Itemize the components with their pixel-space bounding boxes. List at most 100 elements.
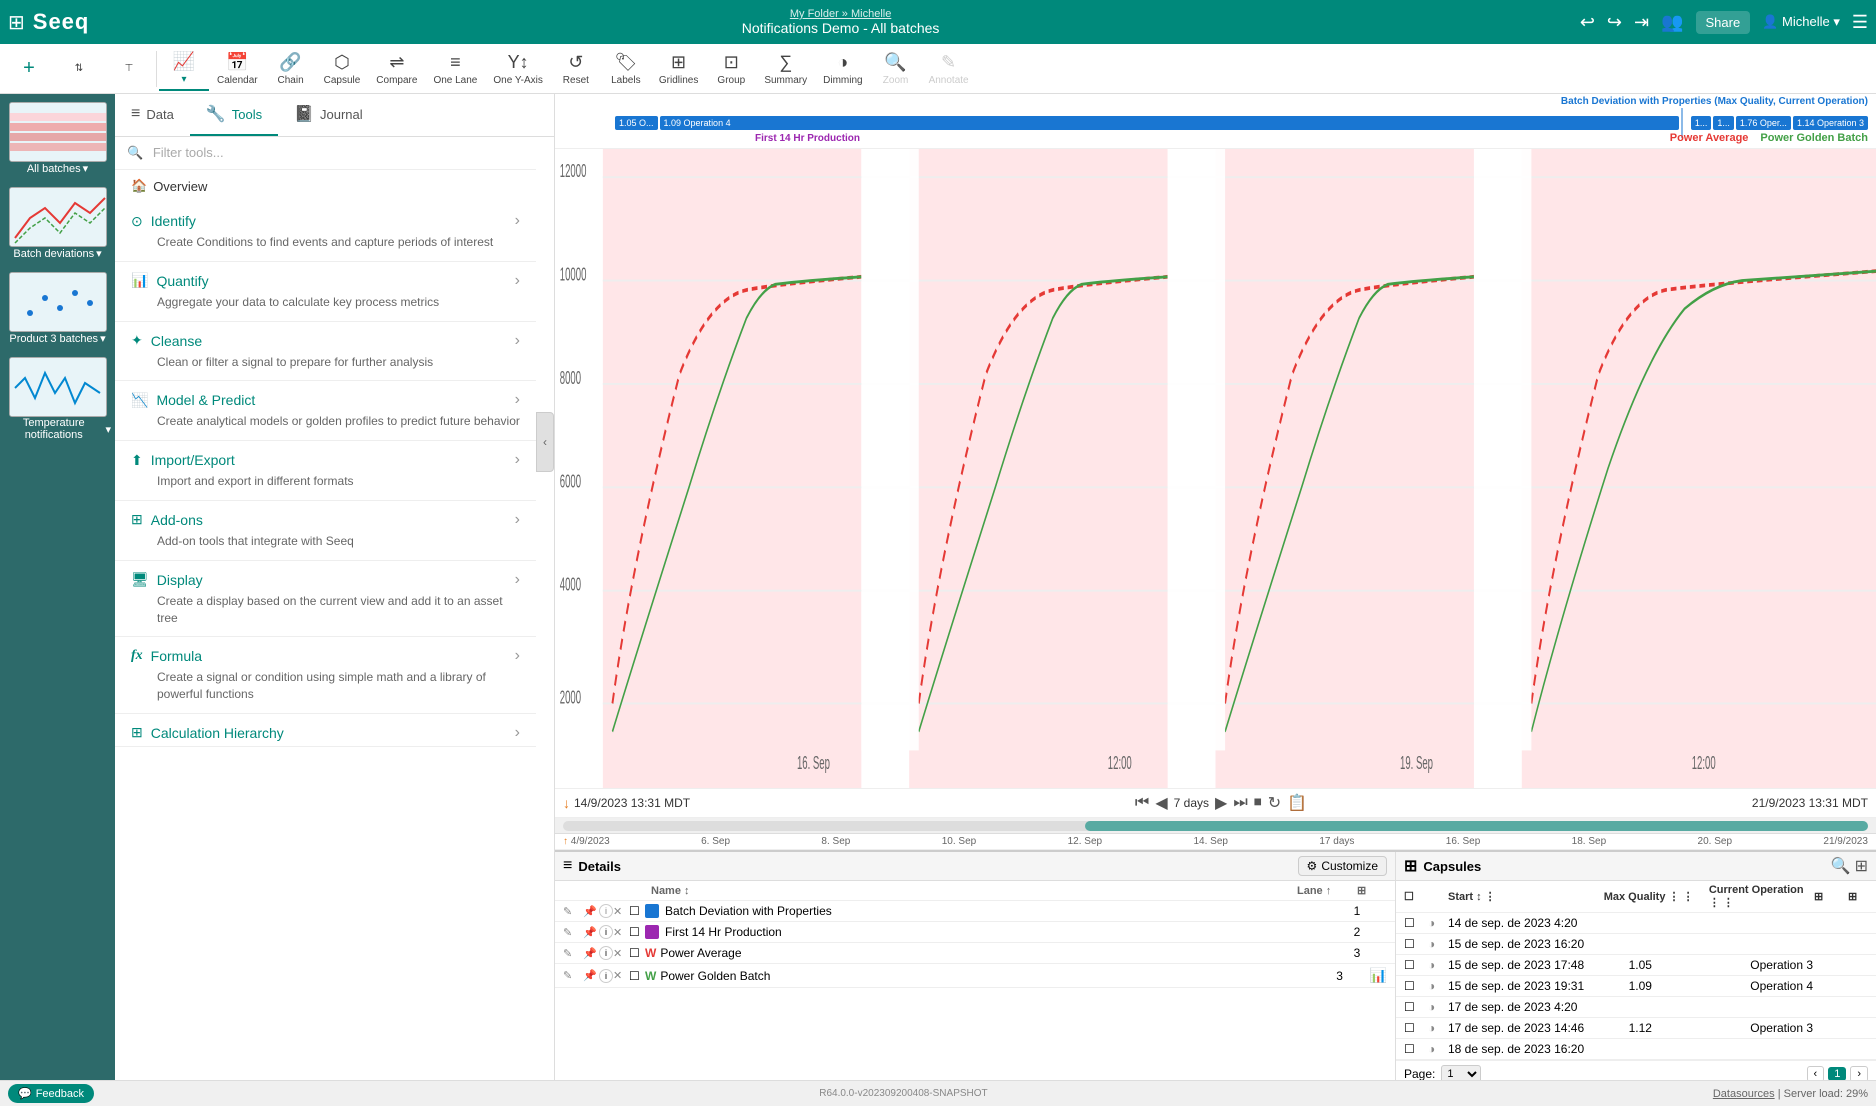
row-edit-icon[interactable]: ✎ xyxy=(563,905,583,918)
row-check-1[interactable]: ☐ xyxy=(1404,916,1424,930)
tool-formula-header[interactable]: fx Formula › xyxy=(115,637,536,669)
sidebar-item-temp[interactable]: Temperature notifications ▾ xyxy=(4,357,111,441)
row-remove-icon[interactable]: ✕ xyxy=(613,926,629,939)
row-remove-icon[interactable]: ✕ xyxy=(613,969,629,982)
capsule-chip-5[interactable]: 1.14 Operation 3 xyxy=(1793,116,1868,130)
trend-button[interactable]: 📈 ▾ xyxy=(159,47,209,91)
breadcrumb[interactable]: My Folder » Michelle xyxy=(101,8,1579,20)
end-button[interactable]: ⏹ xyxy=(1254,794,1262,812)
tool-cleanse-header[interactable]: ✦ Cleanse › xyxy=(115,322,536,354)
add-button[interactable]: + xyxy=(4,53,54,84)
tool-import-header[interactable]: ⬆ Import/Export › xyxy=(115,441,536,473)
row-check-3[interactable]: ☐ xyxy=(1404,958,1424,972)
scrollbar-thumb[interactable] xyxy=(1085,821,1868,831)
annotate-button[interactable]: ✎ Annotate xyxy=(921,48,977,90)
dimming-button[interactable]: ◑ Dimming xyxy=(815,48,870,90)
page-prev-button[interactable]: ‹ xyxy=(1807,1066,1825,1080)
row-check[interactable]: ☐ xyxy=(629,925,645,939)
capsule-chip-4[interactable]: 1.76 Oper... xyxy=(1736,116,1791,130)
fast-back-button[interactable]: ⏮ xyxy=(1135,794,1149,812)
sidebar-item-all-batches[interactable]: All batches ▾ xyxy=(4,102,111,175)
reset-button[interactable]: ↺ Reset xyxy=(551,48,601,90)
datasources-label[interactable]: Datasources xyxy=(1713,1088,1775,1100)
sidebar-item-batch-dev[interactable]: Batch deviations ▾ xyxy=(4,187,111,260)
undo-button[interactable]: ↩ xyxy=(1580,12,1595,33)
sidebar-label-temp[interactable]: Temperature notifications ▾ xyxy=(4,417,111,441)
forward-button[interactable]: ⇥ xyxy=(1634,12,1649,33)
search-capsules-button[interactable]: 🔍 xyxy=(1831,856,1851,876)
col-current-op[interactable]: Current Operation ⋮ ⋮ xyxy=(1709,884,1810,909)
capsule-chip-0[interactable]: 1.05 O... xyxy=(615,116,658,130)
user-menu-button[interactable]: 👤 Michelle ▾ xyxy=(1762,14,1840,30)
tab-tools[interactable]: 🔧 Tools xyxy=(190,94,278,136)
row-remove-icon[interactable]: ✕ xyxy=(613,905,629,918)
arrange-button[interactable]: ⇅ xyxy=(54,59,104,78)
capsule-button[interactable]: ⬡ Capsule xyxy=(316,48,369,90)
fast-forward-button[interactable]: ⏭ xyxy=(1233,794,1247,812)
tool-model-header[interactable]: 📉 Model & Predict › xyxy=(115,381,536,413)
one-y-button[interactable]: Y↕ One Y-Axis xyxy=(485,48,550,90)
chart-scrollbar[interactable] xyxy=(555,818,1876,834)
row-pin-icon[interactable]: 📌 xyxy=(583,947,599,960)
capsule-chip-2[interactable]: 1... xyxy=(1691,116,1712,130)
overview-item[interactable]: 🏠 Overview xyxy=(115,170,536,202)
col-start[interactable]: Start ↕ ⋮ xyxy=(1448,890,1600,903)
row-info-icon[interactable]: i xyxy=(599,969,613,983)
export-capsules-button[interactable]: ⊞ xyxy=(1855,856,1868,876)
capsule-chip-3[interactable]: 1... xyxy=(1713,116,1734,130)
compare-button[interactable]: ⇌ Compare xyxy=(368,48,425,90)
sidebar-label-product3[interactable]: Product 3 batches ▾ xyxy=(9,332,105,345)
col-name[interactable]: Name ↕ xyxy=(651,885,1297,897)
copy-button[interactable]: 📋 xyxy=(1287,793,1307,813)
summary-button[interactable]: ∑ Summary xyxy=(756,48,815,90)
row-check[interactable]: ☐ xyxy=(629,969,645,983)
sidebar-label-batch-dev[interactable]: Batch deviations ▾ xyxy=(13,247,101,260)
gridlines-button[interactable]: ⊞ Gridlines xyxy=(651,48,706,90)
main-chart[interactable]: 12000 10000 8000 6000 4000 2000 16. Sep … xyxy=(555,149,1876,788)
share-button[interactable]: Share xyxy=(1696,11,1751,34)
col-lane[interactable]: Lane ↑ xyxy=(1297,885,1357,897)
users-icon[interactable]: 👥 xyxy=(1661,12,1683,33)
back-button[interactable]: ◀ xyxy=(1155,793,1167,813)
refresh-button[interactable]: ↻ xyxy=(1268,793,1281,813)
row-edit-icon[interactable]: ✎ xyxy=(563,947,583,960)
group-button[interactable]: ⊡ Group xyxy=(706,48,756,90)
page-next-button[interactable]: › xyxy=(1850,1066,1868,1080)
feedback-button[interactable]: 💬 Feedback xyxy=(8,1084,94,1103)
search-input[interactable] xyxy=(153,145,490,160)
collapse-panel-button[interactable]: ‹ xyxy=(536,412,554,472)
tool-identify-header[interactable]: ⊙ Identify › xyxy=(115,202,536,234)
row-pin-icon[interactable]: 📌 xyxy=(583,969,599,982)
row-check-2[interactable]: ☐ xyxy=(1404,937,1424,951)
tool-display-header[interactable]: 🖥 Display › xyxy=(115,561,536,593)
redo-button[interactable]: ↪ xyxy=(1607,12,1622,33)
row-info-icon[interactable]: i xyxy=(599,904,613,918)
filter-button[interactable]: ⊤ xyxy=(104,59,154,78)
tool-quantify-header[interactable]: 📊 Quantify › xyxy=(115,262,536,294)
row-check-4[interactable]: ☐ xyxy=(1404,979,1424,993)
nav-duration[interactable]: 7 days xyxy=(1174,796,1209,810)
col-max-quality[interactable]: Max Quality ⋮ ⋮ xyxy=(1604,890,1705,903)
row-edit-icon[interactable]: ✎ xyxy=(563,926,583,939)
col-check-all[interactable]: ☐ xyxy=(1404,890,1424,903)
row-check[interactable]: ☐ xyxy=(629,946,645,960)
row-info-icon[interactable]: i xyxy=(599,946,613,960)
hamburger-icon[interactable]: ☰ xyxy=(1852,12,1868,33)
sidebar-item-product3[interactable]: Product 3 batches ▾ xyxy=(4,272,111,345)
tool-calc-header[interactable]: ⊞ Calculation Hierarchy › xyxy=(115,714,536,746)
tab-journal[interactable]: 📓 Journal xyxy=(278,94,379,136)
one-lane-button[interactable]: ≡ One Lane xyxy=(425,48,485,90)
row-info-icon[interactable]: i xyxy=(599,925,613,939)
tab-data[interactable]: ≡ Data xyxy=(115,94,190,136)
row-check[interactable]: ☐ xyxy=(629,904,645,918)
page-select[interactable]: 1 xyxy=(1441,1065,1481,1080)
sidebar-label-all-batches[interactable]: All batches ▾ xyxy=(27,162,88,175)
row-remove-icon[interactable]: ✕ xyxy=(613,947,629,960)
row-check-7[interactable]: ☐ xyxy=(1404,1042,1424,1056)
row-check-6[interactable]: ☐ xyxy=(1404,1021,1424,1035)
chain-button[interactable]: 🔗 Chain xyxy=(266,48,316,90)
row-pin-icon[interactable]: 📌 xyxy=(583,905,599,918)
tool-addons-header[interactable]: ⊞ Add-ons › xyxy=(115,501,536,533)
labels-button[interactable]: 🏷 Labels xyxy=(601,48,651,90)
row-pin-icon[interactable]: 📌 xyxy=(583,926,599,939)
